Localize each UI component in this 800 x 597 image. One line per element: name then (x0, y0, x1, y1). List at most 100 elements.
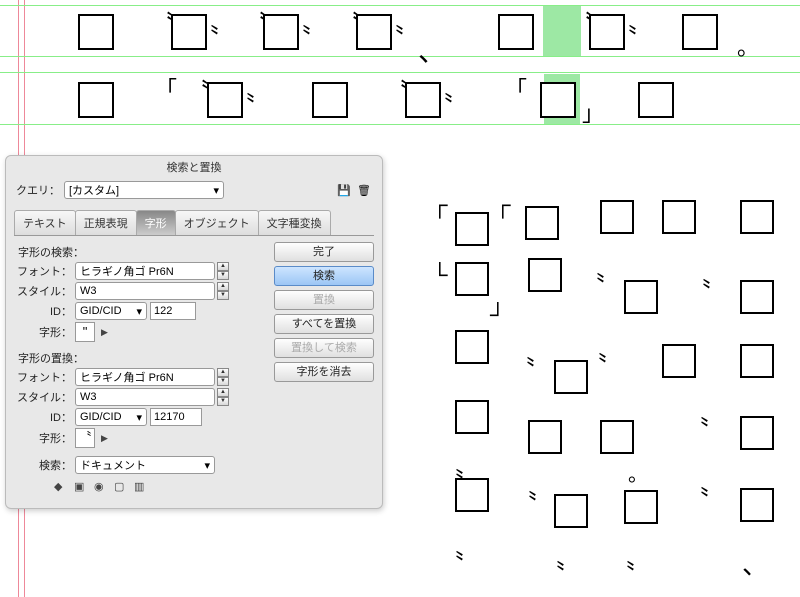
bracket-open: 「 (505, 72, 527, 104)
quote-mark: 〟 (210, 4, 234, 39)
glyph-box (554, 494, 588, 528)
id-label: ID： (14, 303, 72, 319)
opt-icon[interactable]: ▣ (74, 480, 90, 494)
query-select[interactable]: [カスタム]▾ (64, 181, 224, 199)
glyph-box (740, 416, 774, 450)
style-label: スタイル： (14, 283, 72, 299)
done-button[interactable]: 完了 (274, 242, 374, 262)
font-label: フォント： (14, 369, 72, 385)
glyph-box (740, 200, 774, 234)
glyph-box (455, 212, 489, 246)
find-id-input[interactable] (150, 302, 196, 320)
quote-mark: 〟 (702, 258, 726, 293)
tabs: テキスト 正規表現 字形 オブジェクト 文字種変換 (14, 210, 374, 236)
search-option-icons: ◆ ▣ ◉ ▢ ▥ (14, 476, 268, 500)
glyph-box (498, 14, 534, 50)
save-query-icon[interactable]: 💾 (336, 182, 352, 198)
grid-line (0, 56, 800, 57)
glyph-box (600, 200, 634, 234)
bracket-open: ┌ (495, 192, 511, 218)
glyph-box (455, 400, 489, 434)
font-stepper[interactable]: ▲▼ (217, 262, 229, 280)
opt-icon[interactable]: ▢ (114, 480, 130, 494)
glyph-box (455, 330, 489, 364)
find-button[interactable]: 検索 (274, 266, 374, 286)
glyph-box (662, 200, 696, 234)
find-change-panel: 検索と置換 クエリ： [カスタム]▾ 💾 🗑 テキスト 正規表現 字形 オブジェ… (5, 155, 383, 509)
search-scope-select[interactable]: ドキュメント▾ (75, 456, 215, 474)
glyph-menu-icon[interactable]: ▶ (98, 433, 111, 444)
glyph-box (78, 82, 114, 118)
change-find-button[interactable]: 置換して検索 (274, 338, 374, 358)
glyph-box (263, 14, 299, 50)
change-glyph-label: 字形の置換： (18, 350, 268, 366)
find-style-select[interactable]: W3 (75, 282, 215, 300)
change-glyph-preview[interactable]: 〝 (75, 428, 95, 448)
glyph-box (589, 14, 625, 50)
style-stepper[interactable]: ▲▼ (217, 388, 229, 406)
glyph-label: 字形： (14, 324, 72, 340)
change-font-select[interactable]: ヒラギノ角ゴ Pr6N (75, 368, 215, 386)
find-glyph-preview[interactable]: " (75, 322, 95, 342)
style-label: スタイル： (14, 389, 72, 405)
glyph-box (638, 82, 674, 118)
bracket-close: ┘ (490, 302, 506, 328)
glyph-box (740, 488, 774, 522)
period-mark: 。 (737, 30, 759, 62)
clear-glyph-button[interactable]: 字形を消去 (274, 362, 374, 382)
query-label: クエリ： (16, 182, 60, 198)
glyph-box (525, 206, 559, 240)
glyph-box (600, 420, 634, 454)
glyph-menu-icon[interactable]: ▶ (98, 327, 111, 338)
comma-mark: 、 (742, 545, 768, 582)
scope-label: 検索： (14, 457, 72, 473)
change-all-button[interactable]: すべてを置換 (274, 314, 374, 334)
delete-query-icon[interactable]: 🗑 (356, 182, 372, 198)
change-idtype-select[interactable]: GID/CID▾ (75, 408, 147, 426)
quote-mark: 〟 (556, 540, 580, 575)
quote-mark: 〟 (526, 336, 550, 371)
style-stepper[interactable]: ▲▼ (217, 282, 229, 300)
glyph-box (662, 344, 696, 378)
tab-text[interactable]: テキスト (14, 210, 76, 235)
quote-mark: 〟 (598, 332, 622, 367)
find-idtype-select[interactable]: GID/CID▾ (75, 302, 147, 320)
bracket-close: 」 (582, 96, 604, 128)
find-glyph-label: 字形の検索： (18, 244, 268, 260)
tab-grep[interactable]: 正規表現 (75, 210, 137, 235)
period-mark: 。 (628, 458, 648, 487)
panel-title: 検索と置換 (6, 156, 382, 178)
glyph-box (528, 258, 562, 292)
glyph-box (540, 82, 576, 118)
glyph-label: 字形： (14, 430, 72, 446)
quote-mark: 〟 (700, 396, 724, 431)
opt-icon[interactable]: ▥ (134, 480, 150, 494)
font-stepper[interactable]: ▲▼ (217, 368, 229, 386)
tab-glyph[interactable]: 字形 (136, 210, 176, 235)
glyph-box (554, 360, 588, 394)
quote-mark: 〟 (246, 72, 270, 107)
quote-mark: 〟 (395, 4, 419, 39)
change-button[interactable]: 置換 (274, 290, 374, 310)
font-label: フォント： (14, 263, 72, 279)
quote-mark: 〟 (444, 72, 468, 107)
quote-mark: 〟 (302, 4, 326, 39)
quote-mark: 〟 (700, 466, 724, 501)
glyph-box (207, 82, 243, 118)
bracket-corner: └ (432, 262, 448, 288)
glyph-box (312, 82, 348, 118)
tab-object[interactable]: オブジェクト (175, 210, 259, 235)
glyph-box (624, 490, 658, 524)
tab-transliterate[interactable]: 文字種変換 (258, 210, 331, 235)
glyph-box (455, 478, 489, 512)
opt-icon[interactable]: ◆ (54, 480, 70, 494)
opt-icon[interactable]: ◉ (94, 480, 110, 494)
quote-mark: 〟 (528, 470, 552, 505)
glyph-box (356, 14, 392, 50)
change-style-select[interactable]: W3 (75, 388, 215, 406)
change-id-input[interactable] (150, 408, 202, 426)
glyph-box (171, 14, 207, 50)
quote-mark: 〟 (455, 530, 479, 565)
glyph-box (624, 280, 658, 314)
find-font-select[interactable]: ヒラギノ角ゴ Pr6N (75, 262, 215, 280)
